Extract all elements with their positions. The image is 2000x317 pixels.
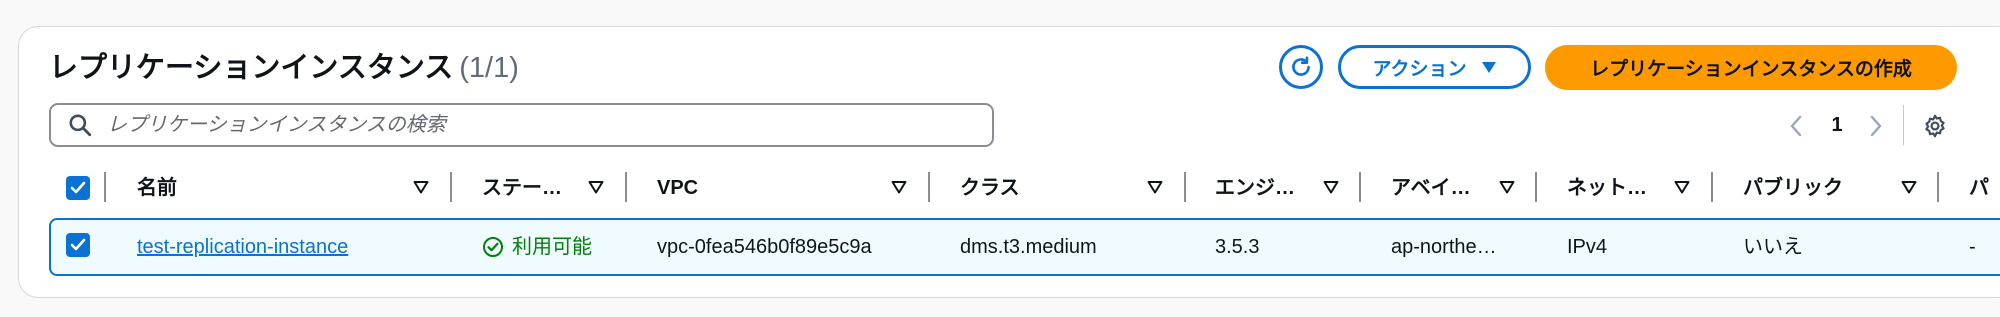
sort-icon[interactable]	[412, 178, 430, 196]
actions-dropdown-button[interactable]: アクション	[1338, 45, 1531, 89]
sort-icon[interactable]	[1498, 178, 1516, 196]
instance-name-link[interactable]: test-replication-instance	[137, 231, 437, 263]
refresh-icon	[1288, 54, 1314, 80]
column-divider	[450, 172, 452, 202]
sort-icon[interactable]	[1673, 178, 1691, 196]
status-cell: 利用可能	[482, 231, 622, 263]
refresh-button[interactable]	[1279, 45, 1323, 89]
column-header-network[interactable]: ネット…	[1567, 170, 1667, 206]
title-text: レプリケーションインスタンス	[49, 52, 454, 84]
chevron-left-icon	[1789, 114, 1803, 138]
search-box[interactable]	[49, 103, 994, 147]
truncated-cell: -	[1969, 236, 1976, 258]
column-header-availability[interactable]: アベイ…	[1391, 170, 1491, 206]
column-divider	[1937, 172, 1939, 202]
check-icon	[70, 181, 86, 195]
sort-icon[interactable]	[587, 178, 605, 196]
page-title: レプリケーションインスタンス (1/1)	[49, 46, 519, 90]
previous-page-button[interactable]	[1784, 112, 1808, 140]
current-page[interactable]: 1	[1825, 110, 1849, 140]
column-header-name[interactable]: 名前	[137, 170, 397, 206]
caret-down-icon	[1481, 60, 1497, 74]
column-divider	[928, 172, 930, 202]
create-label: レプリケーションインスタンスの作成	[1590, 59, 1912, 80]
next-page-button[interactable]	[1864, 112, 1888, 140]
search-input[interactable]	[105, 112, 969, 138]
search-icon	[67, 112, 93, 138]
status-ok-icon	[482, 236, 504, 258]
column-header-status[interactable]: ステー…	[482, 170, 582, 206]
column-header-engine[interactable]: エンジ…	[1215, 170, 1315, 206]
table-settings-button[interactable]	[1920, 111, 1950, 141]
gear-icon	[1922, 113, 1948, 139]
sort-icon[interactable]	[890, 178, 908, 196]
sort-icon[interactable]	[1146, 178, 1164, 196]
vpc-cell: vpc-0fea546b0f89e5c9a	[657, 236, 872, 258]
sort-icon[interactable]	[1322, 178, 1340, 196]
pagination-divider	[1903, 105, 1904, 145]
column-divider	[625, 172, 627, 202]
column-divider	[1184, 172, 1186, 202]
actions-label: アクション	[1372, 58, 1467, 80]
status-text: 利用可能	[512, 236, 592, 258]
column-header-public[interactable]: パブリック	[1743, 170, 1883, 206]
network-type-cell: IPv4	[1567, 236, 1608, 258]
column-divider	[1535, 172, 1537, 202]
column-divider	[1711, 172, 1713, 202]
check-icon	[70, 238, 86, 252]
create-replication-instance-button[interactable]: レプリケーションインスタンスの作成	[1545, 45, 1957, 90]
public-access-cell: いいえ	[1743, 236, 1803, 258]
sort-icon[interactable]	[1900, 178, 1918, 196]
instance-count: (1/1)	[459, 52, 519, 84]
select-all-checkbox[interactable]	[66, 176, 90, 200]
column-divider	[104, 172, 106, 202]
class-cell: dms.t3.medium	[960, 236, 1097, 258]
column-divider	[1359, 172, 1361, 202]
availability-zone-cell: ap-northe…	[1391, 236, 1497, 258]
engine-version-cell: 3.5.3	[1215, 236, 1260, 258]
column-header-class[interactable]: クラス	[960, 170, 1160, 206]
chevron-right-icon	[1869, 114, 1883, 138]
column-header-truncated[interactable]: パ	[1969, 170, 2000, 206]
column-header-vpc[interactable]: VPC	[657, 170, 857, 206]
row-checkbox[interactable]	[66, 233, 90, 257]
